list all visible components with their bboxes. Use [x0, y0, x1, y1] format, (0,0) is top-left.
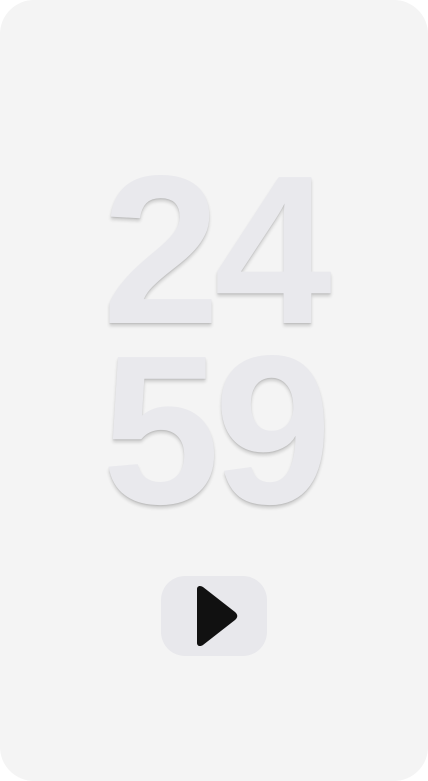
countdown-display: 24 59: [0, 144, 428, 536]
timer-card: 24 59: [0, 0, 428, 781]
play-button[interactable]: [161, 576, 267, 656]
play-icon: [197, 585, 238, 647]
minutes-digits: 59: [102, 311, 332, 548]
